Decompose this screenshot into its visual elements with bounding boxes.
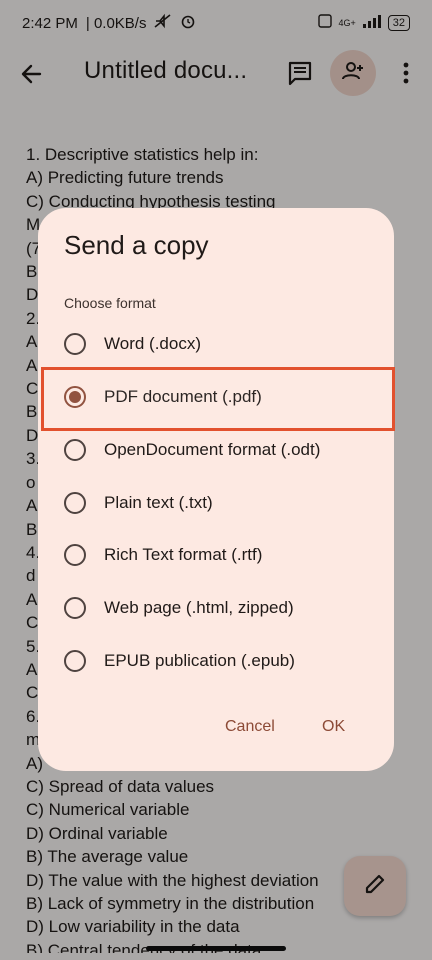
ok-button[interactable]: OK [322,718,345,736]
format-option-label: EPUB publication (.epub) [104,651,295,670]
format-option-docx[interactable]: Word (.docx) [38,318,394,370]
radio-button[interactable] [64,544,86,566]
format-option-label: Plain text (.txt) [104,493,213,512]
format-option-label: Rich Text format (.rtf) [104,545,263,564]
dialog-title: Send a copy [64,230,209,260]
format-option-label: Web page (.html, zipped) [104,598,294,617]
dialog-actions: Cancel OK [38,718,394,742]
selection-highlight [41,367,395,431]
cancel-button[interactable]: Cancel [225,718,275,736]
format-option-txt[interactable]: Plain text (.txt) [38,477,394,529]
format-option-rtf[interactable]: Rich Text format (.rtf) [38,529,394,581]
send-copy-dialog: Send a copy Choose format Word (.docx) P… [38,208,394,771]
format-option-odt[interactable]: OpenDocument format (.odt) [38,424,394,476]
format-option-label: Word (.docx) [104,334,201,353]
dialog-subtitle: Choose format [64,295,156,311]
format-option-label: OpenDocument format (.odt) [104,440,321,459]
format-option-epub[interactable]: EPUB publication (.epub) [38,635,394,687]
radio-button[interactable] [64,492,86,514]
radio-button[interactable] [64,650,86,672]
format-option-html[interactable]: Web page (.html, zipped) [38,582,394,634]
radio-button[interactable] [64,439,86,461]
radio-button[interactable] [64,597,86,619]
radio-button[interactable] [64,333,86,355]
